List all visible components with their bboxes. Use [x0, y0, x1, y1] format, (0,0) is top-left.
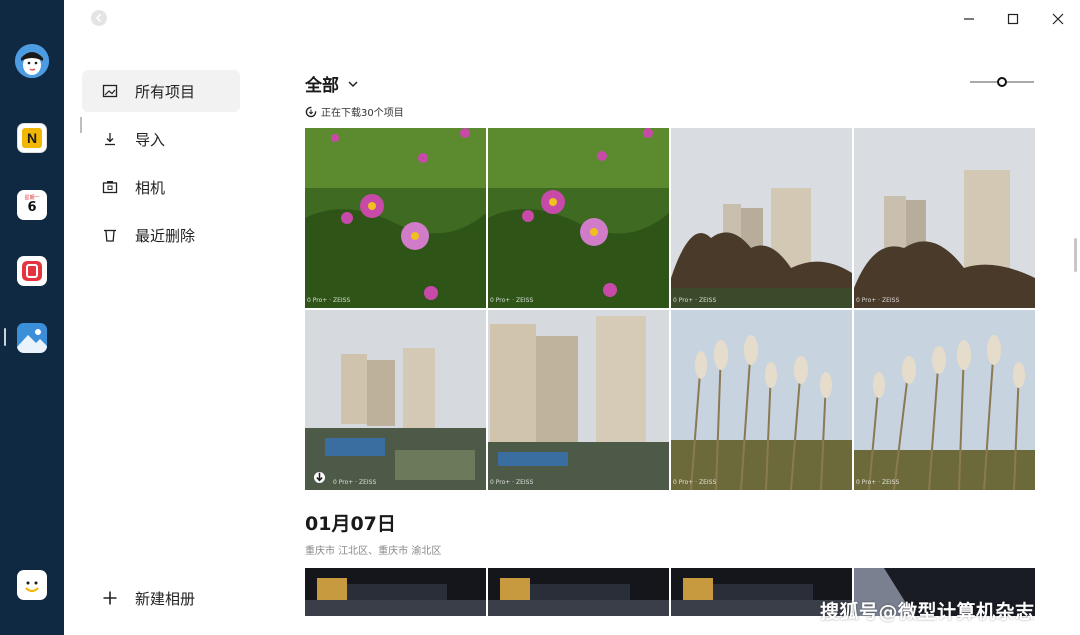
photo-thumbnail[interactable]: 0 Pro+ · ZEISS	[671, 310, 852, 490]
notes-app-icon[interactable]: N	[17, 123, 47, 153]
back-button[interactable]	[91, 10, 107, 26]
photo-thumbnail[interactable]: 0 Pro+ · ZEISS	[854, 128, 1035, 308]
title-bar	[64, 0, 1080, 36]
sidebar: 所有项目 导入 相机 最近删除 新建相册	[64, 36, 264, 635]
camera-watermark: 0 Pro+ · ZEISS	[856, 297, 900, 304]
chevron-down-icon	[348, 80, 358, 87]
calendar-day: 6	[27, 200, 37, 215]
filter-label: 全部	[305, 76, 339, 96]
svg-text:N: N	[27, 130, 37, 146]
plus-icon	[102, 590, 118, 606]
avatar-icon	[15, 44, 49, 78]
dock-active-indicator	[4, 328, 6, 346]
gallery-app-icon[interactable]	[17, 323, 47, 353]
camera-watermark: 0 Pro+ · ZEISS	[673, 479, 717, 486]
camera-watermark: 0 Pro+ · ZEISS	[856, 479, 900, 486]
photo-thumbnail[interactable]	[488, 568, 669, 616]
image-icon	[102, 83, 118, 99]
download-icon	[316, 472, 323, 482]
photo-thumbnail[interactable]	[305, 568, 486, 616]
camera-watermark: 0 Pro+ · ZEISS	[673, 297, 717, 304]
overlay-watermark: 搜狐号@微型计算机杂志	[820, 601, 1035, 623]
photo-thumbnail[interactable]: 0 Pro+ · ZEISS	[305, 310, 486, 490]
trash-icon	[102, 227, 118, 243]
sidebar-item-import[interactable]: 导入	[82, 118, 240, 160]
scrollbar-thumb[interactable]	[1074, 238, 1077, 272]
zoom-slider[interactable]	[970, 74, 1034, 88]
section-date: 01月07日	[305, 513, 396, 535]
close-button[interactable]	[1047, 8, 1069, 30]
camera-icon	[102, 179, 118, 195]
download-status: 正在下载30个项目	[305, 104, 404, 119]
download-status-text: 正在下载30个项目	[321, 108, 404, 119]
section-location: 重庆市 江北区、重庆市 渝北区	[305, 546, 442, 557]
chevron-left-icon	[95, 13, 102, 23]
download-icon	[102, 131, 118, 147]
red-app-icon[interactable]	[17, 256, 47, 286]
photo-thumbnail[interactable]: 0 Pro+ · ZEISS	[488, 310, 669, 490]
smile-app-icon[interactable]	[17, 570, 47, 600]
sidebar-item-label: 最近删除	[135, 226, 196, 245]
photo-library: 全部 正在下载30个项目 0 Pro+ · ZEISS 0 Pro+ · ZEI…	[305, 36, 1035, 635]
photos-window: 所有项目 导入 相机 最近删除 新建相册 全部 正在下载30个项目 0 Pro+…	[64, 0, 1080, 635]
minimize-icon	[964, 18, 974, 20]
new-album-label: 新建相册	[135, 589, 196, 608]
sidebar-item-trash[interactable]: 最近删除	[82, 214, 240, 256]
camera-watermark: 0 Pro+ · ZEISS	[307, 297, 351, 304]
new-album-button[interactable]: 新建相册	[82, 577, 240, 619]
sync-icon	[305, 106, 317, 117]
photo-thumbnail[interactable]: 0 Pro+ · ZEISS	[488, 128, 669, 308]
sidebar-item-label: 导入	[135, 130, 166, 149]
camera-watermark: 0 Pro+ · ZEISS	[490, 479, 534, 486]
sidebar-item-camera[interactable]: 相机	[82, 166, 240, 208]
photo-thumbnail[interactable]: 0 Pro+ · ZEISS	[305, 128, 486, 308]
camera-watermark: 0 Pro+ · ZEISS	[333, 479, 377, 486]
sidebar-item-all[interactable]: 所有项目	[82, 70, 240, 112]
photo-thumbnail[interactable]: 0 Pro+ · ZEISS	[854, 310, 1035, 490]
user-avatar[interactable]	[15, 44, 49, 78]
minimize-button[interactable]	[958, 8, 980, 30]
filter-dropdown[interactable]: 全部	[305, 71, 359, 96]
zoom-slider-handle	[997, 77, 1007, 87]
sidebar-item-label: 所有项目	[135, 82, 196, 101]
sidebar-item-label: 相机	[135, 178, 166, 197]
photo-thumbnail[interactable]: 0 Pro+ · ZEISS	[671, 128, 852, 308]
photo-grid: 0 Pro+ · ZEISS 0 Pro+ · ZEISS 0 Pro+ · Z…	[305, 128, 1035, 490]
close-icon	[1052, 13, 1064, 25]
camera-watermark: 0 Pro+ · ZEISS	[490, 297, 534, 304]
calendar-app-icon[interactable]: 星期一 6	[17, 190, 47, 220]
app-dock: N 星期一 6	[0, 0, 64, 635]
download-badge	[314, 472, 325, 483]
maximize-button[interactable]	[1002, 8, 1024, 30]
maximize-icon	[1007, 13, 1019, 25]
